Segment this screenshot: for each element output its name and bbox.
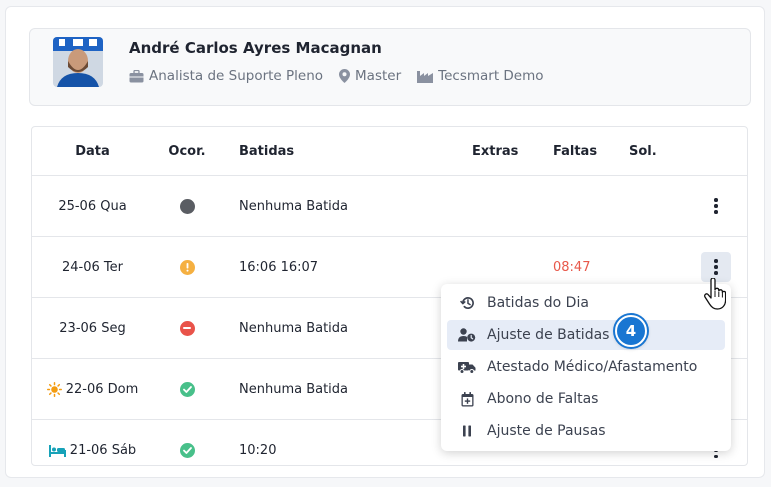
status-error-icon [157,298,217,358]
header-batidas: Batidas [239,143,295,159]
status-warning-icon [157,237,217,297]
hand-pointer-icon [704,278,726,310]
pause-icon [463,425,471,437]
company-info: Tecsmart Demo [417,68,544,84]
user-clock-icon [458,328,476,342]
menu-item-label: Batidas do Dia [487,295,589,311]
row-date: 22-06 Dom [65,381,139,397]
header-date: Data [75,143,110,159]
employee-profile: André Carlos Ayres Macagnan Analista de … [29,28,751,106]
status-ok-icon [157,359,217,419]
row-date-cell: 22-06 Dom [32,359,153,419]
menu-item-atestado-medico[interactable]: Atestado Médico/Afastamento [447,352,725,382]
header-faltas: Faltas [553,143,598,159]
menu-item-abono-de-faltas[interactable]: Abono de Faltas [447,384,725,414]
row-date-cell: 21-06 Sáb [32,420,153,465]
role-text: Analista de Suporte Pleno [149,68,324,84]
avatar [53,37,103,87]
row-date: 25-06 Qua [58,198,127,214]
row-date: 23-06 Seg [59,320,126,336]
menu-item-label: Atestado Médico/Afastamento [487,359,698,375]
row-batidas: Nenhuma Batida [239,198,349,214]
row-date: 24-06 Ter [62,259,123,275]
row-batidas: Nenhuma Batida [239,320,349,336]
menu-item-label: Ajuste de Pausas [487,423,606,439]
row-batidas: Nenhuma Batida [239,381,349,397]
row-batidas: 16:06 16:07 [239,259,319,275]
sun-icon [46,381,62,397]
row-batidas: 10:20 [239,443,277,458]
header-extras: Extras [472,143,519,159]
map-marker-icon [339,69,351,83]
menu-item-batidas-do-dia[interactable]: Batidas do Dia [447,288,725,318]
menu-item-ajuste-de-pausas[interactable]: Ajuste de Pausas [447,416,725,446]
header-ocor: Ocor. [168,143,206,159]
briefcase-icon [129,69,144,82]
menu-item-ajuste-de-batidas[interactable]: Ajuste de Batidas [447,320,725,350]
calendar-plus-icon [461,391,473,406]
menu-item-label: Ajuste de Batidas [487,327,610,343]
location-text: Master [355,68,402,84]
ambulance-icon [458,361,476,374]
row-actions-menu: Batidas do Dia Ajuste de Batidas Atestad… [441,284,731,451]
header-sol: Sol. [629,143,657,159]
company-text: Tecsmart Demo [438,68,544,84]
menu-item-label: Abono de Faltas [487,391,599,407]
industry-icon [417,70,434,83]
employee-name: André Carlos Ayres Macagnan [129,39,382,57]
kebab-menu-icon [701,191,731,221]
row-actions-button[interactable] [700,176,732,236]
table-row: 25-06 Qua Nenhuma Batida [32,176,747,237]
bed-icon [48,444,66,457]
table-header: Data Ocor. Batidas Extras Faltas Sol. [32,127,747,176]
step-badge: 4 [615,315,647,347]
location-info: Master [339,68,401,84]
history-icon [459,297,474,309]
status-gray-icon [157,176,217,236]
employee-meta: Analista de Suporte Pleno Master Tecsmar… [129,68,560,84]
role-info: Analista de Suporte Pleno [129,68,323,84]
status-ok-icon [157,420,217,465]
row-date: 21-06 Sáb [69,443,137,458]
